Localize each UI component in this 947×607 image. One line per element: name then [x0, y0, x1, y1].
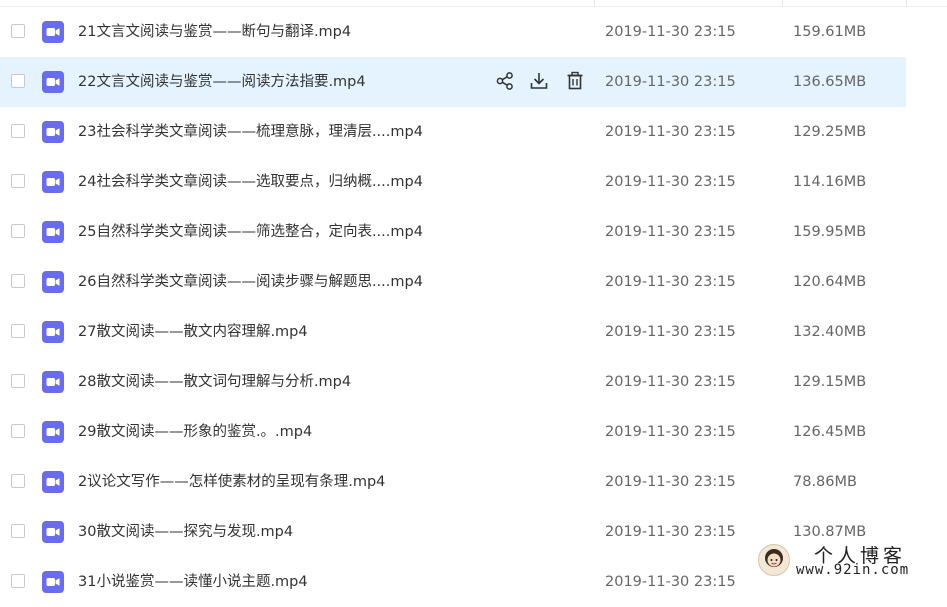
video-file-icon	[42, 121, 64, 143]
file-name[interactable]: 31小说鉴赏——读懂小说主题.mp4	[78, 557, 308, 607]
file-row[interactable]: 24社会科学类文章阅读——选取要点，归纳概....mp4 2019-11-30 2…	[0, 157, 906, 207]
file-date: 2019-11-30 23:15	[605, 424, 736, 440]
file-row[interactable]: 23社会科学类文章阅读——梳理意脉，理清层....mp4 2019-11-30 2…	[0, 107, 906, 157]
file-date: 2019-11-30 23:15	[605, 474, 736, 490]
file-date: 2019-11-30 23:15	[605, 324, 736, 340]
video-file-icon	[42, 221, 64, 243]
row-checkbox[interactable]	[11, 274, 25, 288]
row-checkbox[interactable]	[11, 74, 25, 88]
video-file-icon	[42, 521, 64, 543]
video-file-icon	[42, 471, 64, 493]
file-row[interactable]: 25自然科学类文章阅读——筛选整合，定向表....mp4 2019-11-30 2…	[0, 207, 906, 257]
file-size: 129.15MB	[793, 374, 867, 390]
file-date: 2019-11-30 23:15	[605, 274, 736, 290]
file-size: 132.40MB	[793, 324, 867, 340]
file-row[interactable]: 29散文阅读——形象的鉴赏.。.mp4 2019-11-30 23:15 126.4…	[0, 407, 906, 457]
file-date: 2019-11-30 23:15	[605, 174, 736, 190]
row-checkbox[interactable]	[11, 224, 25, 238]
file-row[interactable]: 26自然科学类文章阅读——阅读步骤与解题思....mp4 2019-11-30 2…	[0, 257, 906, 307]
file-date: 2019-11-30 23:15	[605, 374, 736, 390]
file-size: 78.86MB	[793, 474, 857, 490]
file-row[interactable]: 28散文阅读——散文词句理解与分析.mp4 2019-11-30 23:15 129…	[0, 357, 906, 407]
file-name[interactable]: 26自然科学类文章阅读——阅读步骤与解题思....mp4	[78, 257, 423, 307]
share-icon[interactable]	[494, 70, 516, 92]
file-date: 2019-11-30 23:15	[605, 24, 736, 40]
file-size: 129.25MB	[793, 124, 867, 140]
file-size: 126.45MB	[793, 424, 867, 440]
video-file-icon	[42, 271, 64, 293]
file-size: 114.16MB	[793, 174, 867, 190]
file-name[interactable]: 30散文阅读——探究与发现.mp4	[78, 507, 293, 557]
video-file-icon	[42, 71, 64, 93]
row-checkbox[interactable]	[11, 574, 25, 588]
video-file-icon	[42, 421, 64, 443]
video-file-icon	[42, 571, 64, 593]
row-checkbox[interactable]	[11, 424, 25, 438]
file-date: 2019-11-30 23:15	[605, 574, 736, 590]
download-icon[interactable]	[528, 70, 550, 92]
video-file-icon	[42, 371, 64, 393]
file-name[interactable]: 2议论文写作——怎样使素材的呈现有条理.mp4	[78, 457, 385, 507]
file-size: 159.61MB	[793, 24, 867, 40]
file-row[interactable]: 2议论文写作——怎样使素材的呈现有条理.mp4 2019-11-30 23:15 7…	[0, 457, 906, 507]
file-size: 120.64MB	[793, 274, 867, 290]
file-row[interactable]: 21文言文阅读与鉴赏——断句与翻译.mp4 2019-11-30 23:15 159…	[0, 7, 906, 57]
row-checkbox[interactable]	[11, 324, 25, 338]
file-name[interactable]: 22文言文阅读与鉴赏——阅读方法指要.mp4	[78, 57, 366, 107]
watermark-url: www.92in.com	[796, 562, 910, 578]
file-date: 2019-11-30 23:15	[605, 524, 736, 540]
file-date: 2019-11-30 23:15	[605, 74, 736, 90]
file-size: 136.65MB	[793, 74, 867, 90]
file-name[interactable]: 23社会科学类文章阅读——梳理意脉，理清层....mp4	[78, 107, 423, 157]
file-row[interactable]: 27散文阅读——散文内容理解.mp4 2019-11-30 23:15 132.40…	[0, 307, 906, 357]
row-checkbox[interactable]	[11, 374, 25, 388]
video-file-icon	[42, 21, 64, 43]
file-date: 2019-11-30 23:15	[605, 224, 736, 240]
watermark: 个人博客 www.92in.com	[752, 540, 947, 583]
file-name[interactable]: 24社会科学类文章阅读——选取要点，归纳概....mp4	[78, 157, 423, 207]
file-name[interactable]: 21文言文阅读与鉴赏——断句与翻译.mp4	[78, 7, 351, 57]
row-checkbox[interactable]	[11, 524, 25, 538]
video-file-icon	[42, 321, 64, 343]
row-checkbox[interactable]	[11, 24, 25, 38]
file-name[interactable]: 25自然科学类文章阅读——筛选整合，定向表....mp4	[78, 207, 423, 257]
row-checkbox[interactable]	[11, 124, 25, 138]
row-checkbox[interactable]	[11, 174, 25, 188]
file-name[interactable]: 28散文阅读——散文词句理解与分析.mp4	[78, 357, 351, 407]
file-date: 2019-11-30 23:15	[605, 124, 736, 140]
video-file-icon	[42, 171, 64, 193]
file-row[interactable]: 22文言文阅读与鉴赏——阅读方法指要.mp4 2019-11-30 23:15 13…	[0, 57, 906, 107]
avatar	[758, 544, 790, 576]
delete-icon[interactable]	[564, 70, 586, 92]
row-checkbox[interactable]	[11, 474, 25, 488]
file-name[interactable]: 29散文阅读——形象的鉴赏.。.mp4	[78, 407, 312, 457]
file-name[interactable]: 27散文阅读——散文内容理解.mp4	[78, 307, 308, 357]
file-size: 159.95MB	[793, 224, 867, 240]
